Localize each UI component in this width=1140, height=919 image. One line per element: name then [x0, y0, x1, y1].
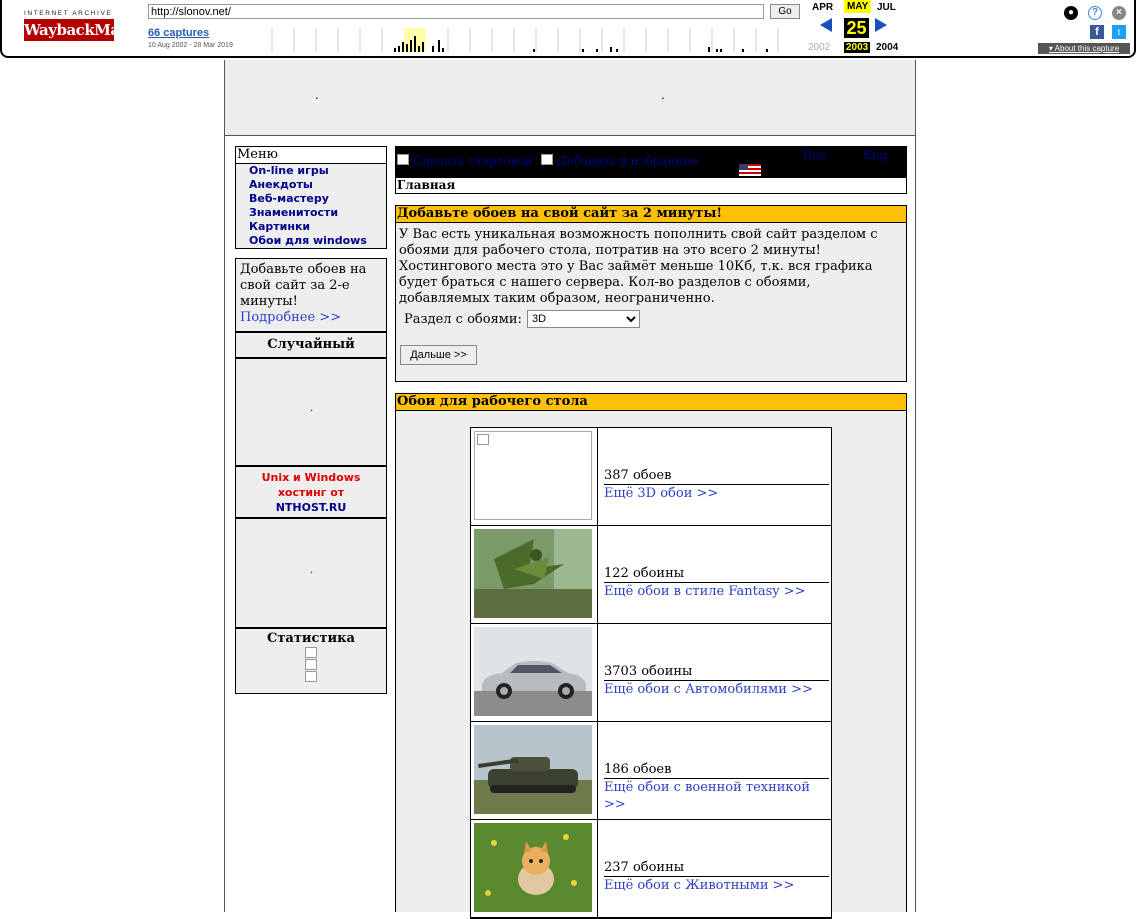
year-next[interactable]: 2004	[876, 42, 898, 53]
hosting-ad[interactable]: Unix и Windows хостинг от NTHOST.RU	[235, 466, 387, 518]
category-name: Автомобили	[604, 650, 675, 661]
menu-item-pictures[interactable]: Картинки	[249, 220, 386, 234]
thumbnail-cars[interactable]	[474, 627, 592, 716]
capture-day: 25	[844, 18, 869, 38]
hosting-line-1: Unix и Windows	[261, 471, 361, 484]
ad-box: .	[235, 518, 387, 628]
category-name: Животные	[604, 846, 665, 857]
add-panel-text: У Вас есть уникальная возможность пополн…	[399, 227, 878, 306]
menu-item-webmaster[interactable]: Веб-мастеру	[249, 192, 386, 206]
twitter-icon[interactable]: t	[1112, 25, 1126, 39]
broken-image-icon	[477, 434, 489, 445]
hosting-line-2: хостинг от	[277, 486, 345, 499]
month-current: MAY	[844, 0, 872, 13]
promo-text: Добавьте обоев на свой сайт за 2-е минут…	[240, 262, 367, 309]
thumbnail-3d[interactable]	[474, 431, 592, 520]
us-flag-icon[interactable]	[739, 164, 761, 176]
about-capture-button[interactable]: ▾ About this capture	[1038, 43, 1130, 54]
category-name: 3D	[604, 454, 620, 465]
add-favorites-link[interactable]: Добавить в избранное	[557, 154, 698, 168]
about-capture-label: About this capture	[1054, 44, 1120, 53]
wallpapers-title: Обои для рабочего стола	[396, 394, 906, 411]
top-banner: . .	[225, 60, 915, 136]
wallpaper-row: Fantasy 122 обоины Ещё обои в стиле Fant…	[471, 526, 831, 624]
banner-dot: .	[315, 88, 319, 102]
statistics-title: Статистика	[267, 631, 355, 646]
category-name: Fantasy	[604, 552, 649, 563]
top-links-bar: Сделать стартовой Добавить в избранное R…	[395, 146, 907, 178]
wallpaper-row: Военная техника 186 обоев Ещё обои с вое…	[471, 722, 831, 820]
thumbnail-animals[interactable]	[474, 823, 592, 912]
wallpaper-count: 122 обоины	[604, 566, 829, 583]
ad-dot: .	[310, 565, 314, 576]
wallpaper-row: Животные 237 обоины Ещё обои с Животными…	[471, 820, 831, 918]
wallpapers-panel: Обои для рабочего стола 3D 387 обоев Ещё…	[395, 393, 907, 919]
breadcrumb: Главная	[395, 178, 907, 194]
wallpaper-table: 3D 387 обоев Ещё 3D обои >> Fantasy 122 …	[470, 427, 832, 919]
promo-more-link[interactable]: Подробнее >>	[240, 310, 341, 325]
thumbnail-fantasy[interactable]	[474, 529, 592, 618]
wallpaper-count: 186 обоев	[604, 762, 829, 779]
url-input[interactable]: http://slonov.net/	[148, 4, 764, 19]
wayback-toolbar: INTERNET ARCHIVE WaybackMachine http://s…	[0, 0, 1136, 58]
lang-rus-link[interactable]: Rus	[803, 148, 826, 162]
counter-image-placeholder[interactable]	[305, 659, 317, 670]
more-wallpapers-link[interactable]: Ещё обои с Животными >>	[604, 877, 829, 894]
menu-item-celebrities[interactable]: Знаменитости	[249, 206, 386, 220]
add-wallpapers-panel: Добавьте обоев на свой сайт за 2 минуты!…	[395, 205, 907, 382]
captures-link[interactable]: 66 captures	[148, 27, 209, 39]
counter-image-placeholder[interactable]	[305, 671, 317, 682]
hosting-line-3: NTHOST.RU	[275, 501, 347, 514]
menu-item-wallpapers[interactable]: Обои для windows	[249, 234, 386, 248]
thumbnail-military[interactable]	[474, 725, 592, 814]
random-joke-title: Случайный анекдот:	[235, 332, 387, 376]
year-current: 2003	[844, 42, 871, 53]
more-wallpapers-link[interactable]: Ещё обои в стиле Fantasy >>	[604, 583, 829, 600]
help-icon[interactable]: ?	[1088, 6, 1102, 20]
menu-title: Меню	[236, 147, 386, 164]
set-homepage-link[interactable]: Сделать стартовой	[413, 154, 532, 168]
lang-eng-link[interactable]: Eng	[863, 148, 887, 162]
page-container: . . Меню On-line игры Анекдоты Веб-масте…	[224, 60, 916, 919]
close-icon[interactable]: ×	[1112, 6, 1126, 20]
banner-dot: .	[661, 88, 665, 102]
section-select[interactable]: 3D	[527, 310, 640, 328]
wallpaper-count: 387 обоев	[604, 468, 829, 485]
statistics-box: Статистика	[235, 628, 387, 694]
more-wallpapers-link[interactable]: Ещё обои с военной техникой >>	[604, 779, 829, 813]
promo-box: Добавьте обоев на свой сайт за 2-е минут…	[235, 258, 387, 332]
menu-item-jokes[interactable]: Анекдоты	[249, 178, 386, 192]
random-joke-body: .	[235, 358, 387, 466]
user-icon[interactable]: ●	[1064, 6, 1078, 20]
joke-dot: .	[310, 403, 314, 414]
month-prev[interactable]: APR	[812, 2, 833, 13]
wallpaper-row: Автомобили 3703 обоины Ещё обои с Автомо…	[471, 624, 831, 722]
prev-capture-arrow-icon[interactable]	[820, 18, 832, 32]
more-wallpapers-link[interactable]: Ещё обои с Автомобилями >>	[604, 681, 829, 698]
add-panel-title: Добавьте обоев на свой сайт за 2 минуты!	[396, 206, 906, 223]
facebook-icon[interactable]: f	[1090, 25, 1104, 39]
wallpaper-count: 3703 обоины	[604, 664, 829, 681]
sidebar-menu: Меню On-line игры Анекдоты Веб-мастеру З…	[235, 146, 387, 249]
category-name: Военная техника	[604, 748, 703, 759]
section-select-label: Раздел с обоями:	[404, 312, 522, 327]
broken-image-icon	[397, 154, 409, 165]
month-next[interactable]: JUL	[877, 2, 896, 13]
year-prev[interactable]: 2002	[808, 42, 830, 53]
capture-sparkline[interactable]	[246, 28, 802, 52]
next-button[interactable]: Дальше >>	[400, 345, 477, 365]
counter-image-placeholder[interactable]	[305, 647, 317, 658]
go-button[interactable]: Go	[770, 4, 800, 19]
internet-archive-label: INTERNET ARCHIVE	[24, 10, 113, 17]
wallpaper-row: 3D 387 обоев Ещё 3D обои >>	[471, 428, 831, 526]
wayback-logo[interactable]: WaybackMachine	[24, 19, 164, 41]
next-capture-arrow-icon[interactable]	[875, 18, 887, 32]
wallpaper-count: 237 обоины	[604, 860, 829, 877]
menu-item-online-games[interactable]: On-line игры	[249, 164, 386, 178]
more-wallpapers-link[interactable]: Ещё 3D обои >>	[604, 485, 829, 502]
broken-image-icon	[541, 154, 553, 165]
date-range: 10 Aug 2002 - 28 Mar 2019	[148, 42, 233, 49]
